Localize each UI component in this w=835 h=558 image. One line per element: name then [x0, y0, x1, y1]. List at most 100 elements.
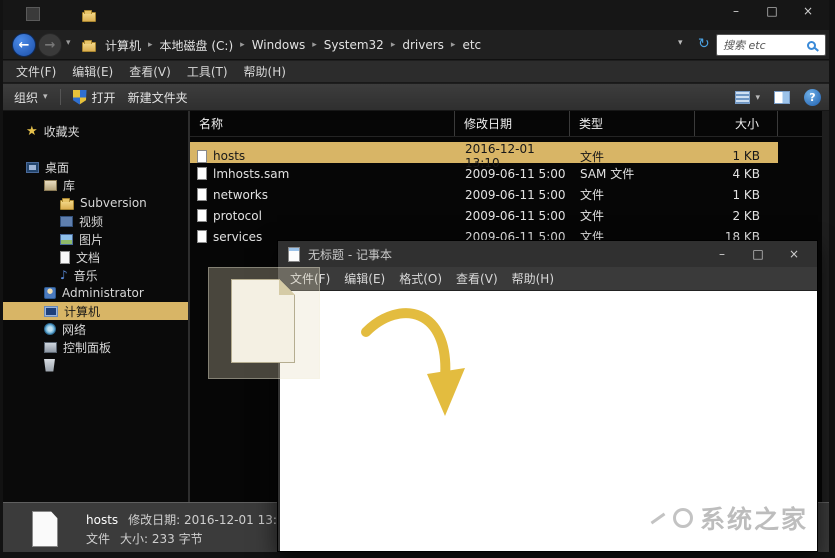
sidebar-item-computer[interactable]: 计算机 [0, 302, 188, 320]
address-dropdown-icon[interactable]: ▾ [678, 38, 683, 48]
menu-edit[interactable]: 编辑(E) [72, 63, 113, 80]
sidebar-item-label: 控制面板 [63, 339, 111, 356]
window-border [829, 0, 835, 558]
history-dropdown-icon[interactable]: ▾ [66, 38, 71, 48]
sidebar-item-label: Subversion [80, 196, 147, 210]
notepad-titlebar[interactable]: 无标题 - 记事本 – □ × [278, 241, 817, 267]
sidebar-item-videos[interactable]: 视频 [0, 212, 188, 230]
notepad-close-button[interactable]: × [783, 245, 805, 263]
minimize-button[interactable]: – [725, 2, 747, 20]
notepad-minimize-button[interactable]: – [711, 245, 733, 263]
file-date: 2009-06-11 5:00 [455, 167, 570, 181]
new-folder-button[interactable]: 新建文件夹 [128, 89, 188, 106]
sidebar-item-label: Administrator [62, 286, 144, 300]
sidebar-item-pictures[interactable]: 图片 [0, 230, 188, 248]
breadcrumb-separator-icon: ▸ [447, 40, 460, 50]
notepad-maximize-button[interactable]: □ [747, 245, 769, 263]
refresh-icon[interactable]: ↻ [698, 36, 710, 52]
app-icon [26, 7, 40, 21]
menu-file[interactable]: 文件(F) [16, 63, 56, 80]
file-size: 2 KB [695, 209, 778, 223]
maximize-button[interactable]: □ [761, 2, 783, 20]
column-header-name[interactable]: 名称 [190, 111, 455, 136]
file-row[interactable]: networks 2009-06-11 5:00 文件 1 KB [190, 184, 778, 205]
sidebar-item-subversion[interactable]: Subversion [0, 194, 188, 212]
file-type: SAM 文件 [570, 165, 695, 182]
column-header-date[interactable]: 修改日期 [455, 111, 570, 136]
open-button[interactable]: 打开 [73, 89, 116, 106]
details-file-name: hosts [86, 511, 118, 530]
search-icon[interactable] [807, 41, 816, 50]
library-icon [44, 180, 57, 191]
breadcrumb: 计算机 ▸ 本地磁盘 (C:) ▸ Windows ▸ System32 ▸ d… [102, 30, 484, 60]
address-folder-icon [82, 42, 96, 52]
sidebar-item-network[interactable]: 网络 [0, 320, 188, 338]
sidebar-item-label: 桌面 [45, 159, 69, 176]
menu-tools[interactable]: 工具(T) [187, 63, 228, 80]
sidebar-item-recycle-bin[interactable] [0, 356, 188, 374]
change-view-button[interactable]: ▾ [735, 91, 760, 104]
navigation-pane: ★ 收藏夹 桌面 库 Subversion 视频 图片 文档 ♪ [0, 111, 188, 502]
uac-shield-icon [73, 90, 87, 105]
file-row[interactable]: hosts 2016-12-01 13:10 文件 1 KB [190, 142, 778, 163]
file-icon [197, 167, 207, 180]
page-fold [279, 279, 295, 295]
file-size: 4 KB [695, 167, 778, 181]
notepad-menu-edit[interactable]: 编辑(E) [344, 270, 385, 287]
explorer-titlebar: – □ × [0, 0, 835, 30]
sidebar-item-administrator[interactable]: Administrator [0, 284, 188, 302]
details-type: 文件 [86, 530, 110, 549]
network-icon [44, 323, 56, 335]
organize-button[interactable]: 组织 ▾ [14, 89, 48, 106]
file-name: protocol [213, 209, 262, 223]
breadcrumb-item[interactable]: etc [459, 36, 484, 54]
back-button[interactable]: ← [12, 33, 36, 57]
sidebar-item-label: 视频 [79, 213, 103, 230]
breadcrumb-item[interactable]: 计算机 [102, 35, 144, 56]
column-header-size[interactable]: 大小 [695, 111, 778, 136]
details-modified: 修改日期: 2016-12-01 13:10 [128, 511, 292, 530]
preview-pane-icon[interactable] [774, 91, 790, 104]
breadcrumb-item[interactable]: drivers [399, 36, 447, 54]
column-header-filler [778, 111, 822, 136]
watermark-logo-ring [673, 508, 693, 528]
views-icon [735, 91, 750, 104]
file-row[interactable]: protocol 2009-06-11 5:00 文件 2 KB [190, 205, 778, 226]
notepad-menu-help[interactable]: 帮助(H) [512, 270, 554, 287]
sidebar-item-label: 库 [63, 177, 75, 194]
forward-button[interactable]: → [38, 33, 62, 57]
breadcrumb-item[interactable]: System32 [321, 36, 387, 54]
file-row[interactable]: lmhosts.sam 2009-06-11 5:00 SAM 文件 4 KB [190, 163, 778, 184]
sidebar-item-libraries[interactable]: 库 [0, 176, 188, 194]
column-header-type[interactable]: 类型 [570, 111, 695, 136]
recycle-bin-icon [44, 359, 55, 372]
video-icon [60, 216, 73, 227]
search-input[interactable] [717, 39, 807, 52]
sidebar-item-favorites[interactable]: ★ 收藏夹 [0, 122, 188, 140]
breadcrumb-item[interactable]: 本地磁盘 (C:) [157, 35, 237, 56]
breadcrumb-separator-icon: ▸ [387, 40, 400, 50]
drag-ghost [208, 267, 320, 379]
menu-view[interactable]: 查看(V) [129, 63, 171, 80]
notepad-menu-view[interactable]: 查看(V) [456, 270, 498, 287]
sidebar-item-desktop[interactable]: 桌面 [0, 158, 188, 176]
file-icon [197, 150, 207, 163]
breadcrumb-separator-icon: ▸ [308, 40, 321, 50]
column-headers: 名称 修改日期 类型 大小 [190, 111, 822, 137]
sidebar-item-music[interactable]: ♪ 音乐 [0, 266, 188, 284]
menu-help[interactable]: 帮助(H) [244, 63, 286, 80]
sidebar-item-control-panel[interactable]: 控制面板 [0, 338, 188, 356]
help-icon[interactable]: ? [804, 89, 821, 106]
notepad-menu-format[interactable]: 格式(O) [399, 270, 442, 287]
breadcrumb-item[interactable]: Windows [249, 36, 309, 54]
watermark: 系统之家 [650, 500, 808, 536]
chevron-down-icon: ▾ [755, 93, 760, 103]
file-type: 文件 [570, 148, 695, 165]
sidebar-item-documents[interactable]: 文档 [0, 248, 188, 266]
close-button[interactable]: × [797, 2, 819, 20]
command-toolbar: 组织 ▾ 打开 新建文件夹 ▾ ? [0, 84, 835, 111]
file-size: 1 KB [695, 188, 778, 202]
toolbar-divider [60, 89, 61, 105]
music-icon: ♪ [60, 269, 68, 281]
sidebar-item-label: 音乐 [74, 267, 98, 284]
